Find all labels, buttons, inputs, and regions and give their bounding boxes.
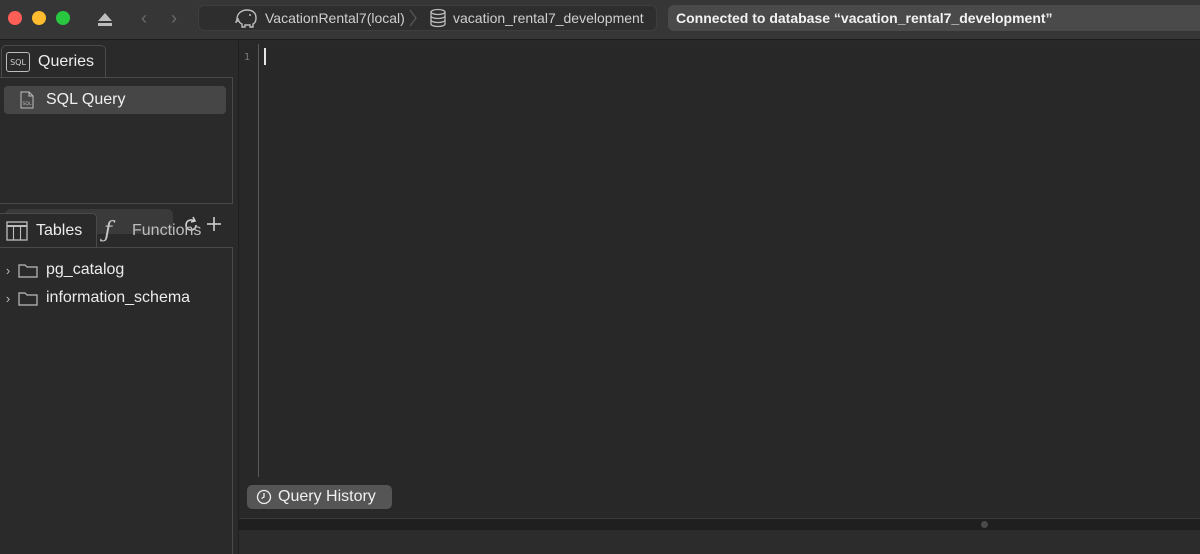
results-splitter[interactable] xyxy=(239,518,1200,530)
function-icon: ƒ xyxy=(104,218,113,243)
tab-queries-label: Queries xyxy=(38,53,95,70)
sql-icon: SQL xyxy=(6,52,30,72)
splitter-handle[interactable] xyxy=(981,521,988,528)
tab-queries[interactable]: SQL Queries xyxy=(1,45,106,78)
title-bar: ‹ › VacationRental7(local) vacation_rent… xyxy=(0,0,1200,40)
queries-panel: SQL SQL Query xyxy=(0,77,233,234)
minimize-window-button[interactable] xyxy=(32,11,46,25)
clock-icon xyxy=(256,489,272,505)
tables-panel: › pg_catalog › information_schema xyxy=(0,247,233,554)
chevron-right-icon[interactable]: › xyxy=(0,291,16,306)
folder-icon xyxy=(18,292,38,306)
back-chevron-icon[interactable]: ‹ xyxy=(136,8,152,28)
tab-tables[interactable]: Tables xyxy=(0,213,97,248)
connection-status: Connected to database “vacation_rental7_… xyxy=(668,5,1200,31)
query-history-label: Query History xyxy=(278,488,376,505)
svg-text:SQL: SQL xyxy=(23,101,32,107)
forward-chevron-icon[interactable]: › xyxy=(166,8,182,28)
results-pane xyxy=(239,530,1200,554)
elephant-icon xyxy=(235,9,257,28)
tree-item-pg-catalog[interactable]: › pg_catalog xyxy=(0,258,124,282)
query-item-label: SQL Query xyxy=(46,91,126,108)
connection-status-text: Connected to database “vacation_rental7_… xyxy=(676,10,1053,26)
database-name: vacation_rental7_development xyxy=(453,10,644,26)
tab-functions[interactable]: ƒ Functions xyxy=(104,213,224,248)
database-icon xyxy=(430,8,446,28)
line-number: 1 xyxy=(244,52,251,63)
sql-editor[interactable] xyxy=(239,41,1200,518)
tab-tables-label: Tables xyxy=(36,222,83,239)
table-icon xyxy=(6,221,28,241)
tree-item-label: pg_catalog xyxy=(46,261,125,278)
folder-icon xyxy=(18,264,38,278)
connection-segment[interactable]: VacationRental7(local) xyxy=(233,6,405,30)
tab-functions-label: Functions xyxy=(132,221,202,239)
eject-icon[interactable] xyxy=(96,10,114,28)
query-item-sql-query[interactable]: SQL SQL Query xyxy=(4,86,226,114)
database-segment[interactable]: vacation_rental7_development xyxy=(429,6,644,30)
text-caret xyxy=(264,48,266,65)
sidebar: SQL Queries SQL SQL Query Search Tables … xyxy=(0,41,238,554)
path-separator-icon xyxy=(409,9,417,27)
connection-path-bar[interactable]: VacationRental7(local) vacation_rental7_… xyxy=(198,5,657,31)
editor-gutter-divider xyxy=(258,44,259,477)
query-history-button[interactable]: Query History xyxy=(247,485,392,509)
close-window-button[interactable] xyxy=(8,11,22,25)
tree-item-information-schema[interactable]: › information_schema xyxy=(0,286,190,310)
zoom-window-button[interactable] xyxy=(56,11,70,25)
chevron-right-icon[interactable]: › xyxy=(0,263,16,278)
tree-item-label: information_schema xyxy=(46,289,191,306)
connection-name: VacationRental7(local) xyxy=(265,10,405,26)
sql-file-icon: SQL xyxy=(20,91,34,109)
